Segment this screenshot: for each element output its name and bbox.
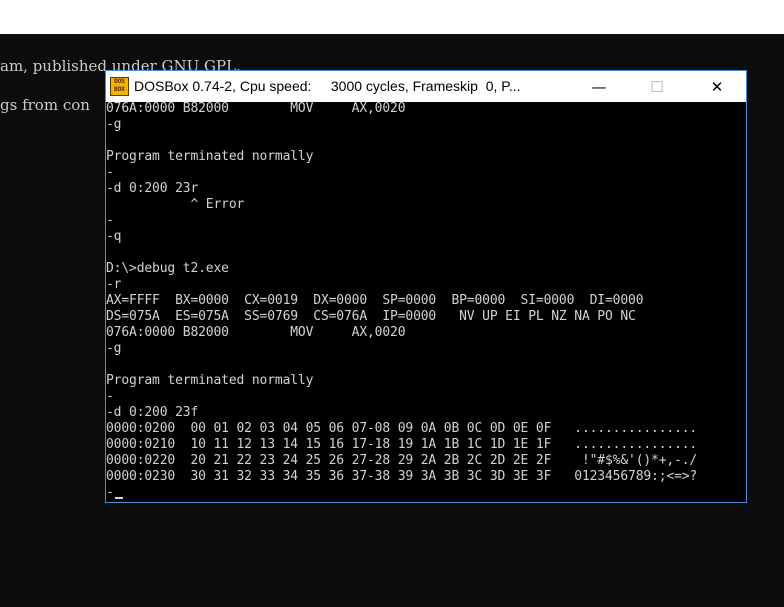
close-button[interactable]: ✕ [688, 71, 746, 102]
dosbox-window[interactable]: DOS BOX DOSBox 0.74-2, Cpu speed: 3000 c… [105, 70, 747, 503]
terminal-line: AX=FFFF BX=0000 CX=0019 DX=0000 SP=0000 … [106, 293, 644, 308]
title-bar[interactable]: DOS BOX DOSBox 0.74-2, Cpu speed: 3000 c… [106, 71, 746, 102]
terminal-line: ^ Error [106, 197, 245, 212]
terminal-line: 0000:0220 20 21 22 23 24 25 26 27-28 29 … [106, 453, 698, 468]
terminal-line: -q [106, 229, 122, 244]
terminal-line: D:\>debug t2.exe [106, 261, 229, 276]
terminal-line: -g [106, 341, 122, 356]
terminal-line: 076A:0000 B82000 MOV AX,0020 [106, 102, 406, 116]
terminal-line: Program terminated normally [106, 373, 314, 388]
window-title: DOSBox 0.74-2, Cpu speed: 3000 cycles, F… [134, 78, 521, 94]
maximize-button[interactable]: ☐ [628, 71, 686, 102]
terminal-line: 0000:0210 10 11 12 13 14 15 16 17-18 19 … [106, 437, 698, 452]
terminal-line: 0000:0200 00 01 02 03 04 05 06 07-08 09 … [106, 421, 698, 436]
terminal-line: - [106, 165, 114, 180]
top-strip [0, 0, 784, 34]
terminal-line: - [106, 389, 114, 404]
terminal-line: -r [106, 277, 122, 292]
terminal-line: 076A:0000 B82000 MOV AX,0020 [106, 325, 406, 340]
terminal-line: 0000:0230 30 31 32 33 34 35 36 37-38 39 … [106, 469, 698, 484]
minimize-button[interactable]: — [570, 71, 628, 102]
terminal-line: DS=075A ES=075A SS=0769 CS=076A IP=0000 … [106, 309, 636, 324]
terminal-line: -d 0:200 23f [106, 405, 199, 420]
terminal-line: Program terminated normally [106, 149, 314, 164]
terminal-line: -g [106, 117, 122, 132]
dosbox-app-icon: DOS BOX [110, 77, 129, 96]
terminal-line: - [106, 213, 114, 228]
background-console-line: gs from con [0, 96, 90, 114]
terminal-screen[interactable]: 076A:0000 B82000 MOV AX,0020 -g Program … [106, 102, 746, 502]
text-cursor [115, 497, 123, 499]
terminal-line: -d 0:200 23r [106, 181, 199, 196]
terminal-prompt[interactable]: - [106, 485, 114, 501]
